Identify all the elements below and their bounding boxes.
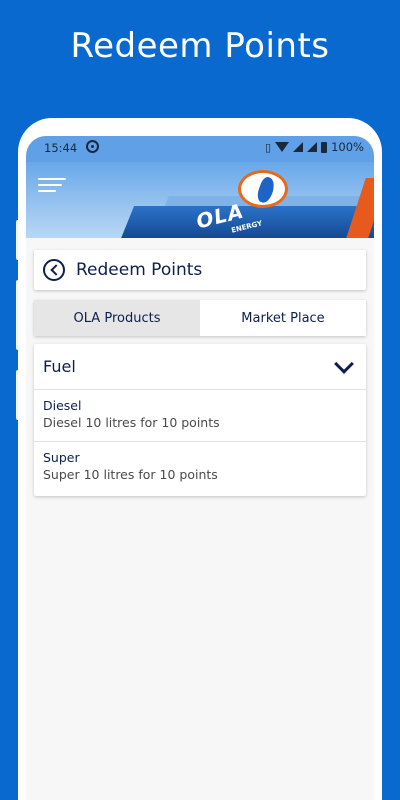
sync-icon [86,140,99,153]
hamburger-menu-icon[interactable] [38,178,66,194]
fuel-category-header[interactable]: Fuel [34,344,366,390]
back-arrow-icon[interactable] [43,259,65,281]
header-banner: OLA ENERGY [26,162,374,238]
page-header-card: Redeem Points [34,250,366,290]
fuel-category-card: Fuel Diesel Diesel 10 litres for 10 poin… [34,344,366,496]
category-title: Fuel [43,357,76,376]
status-bar: 15:44 ▯ 100% [26,136,374,162]
vibrate-icon: ▯ [265,140,272,154]
promo-title: Redeem Points [70,26,330,66]
app-screen: 15:44 ▯ 100% OLA ENERGY Redeem Points OL… [26,136,374,800]
signal-icon [307,142,318,152]
page-title: Redeem Points [76,260,203,280]
signal-icon [293,142,304,152]
status-time: 15:44 [44,141,78,155]
list-item[interactable]: Diesel Diesel 10 litres for 10 points [34,390,366,442]
list-item[interactable]: Super Super 10 litres for 10 points [34,442,366,494]
chevron-down-icon[interactable] [332,361,354,373]
tab-market-place[interactable]: Market Place [200,300,366,336]
item-description: Super 10 litres for 10 points [43,467,218,482]
item-name: Diesel [43,398,82,413]
item-name: Super [43,450,80,465]
tab-ola-products[interactable]: OLA Products [34,300,200,336]
battery-icon [321,141,328,153]
ola-logo-icon [238,170,288,208]
wifi-icon [275,142,290,152]
item-description: Diesel 10 litres for 10 points [43,415,220,430]
battery-level: 100% [331,140,364,154]
tab-bar: OLA Products Market Place [34,300,366,336]
